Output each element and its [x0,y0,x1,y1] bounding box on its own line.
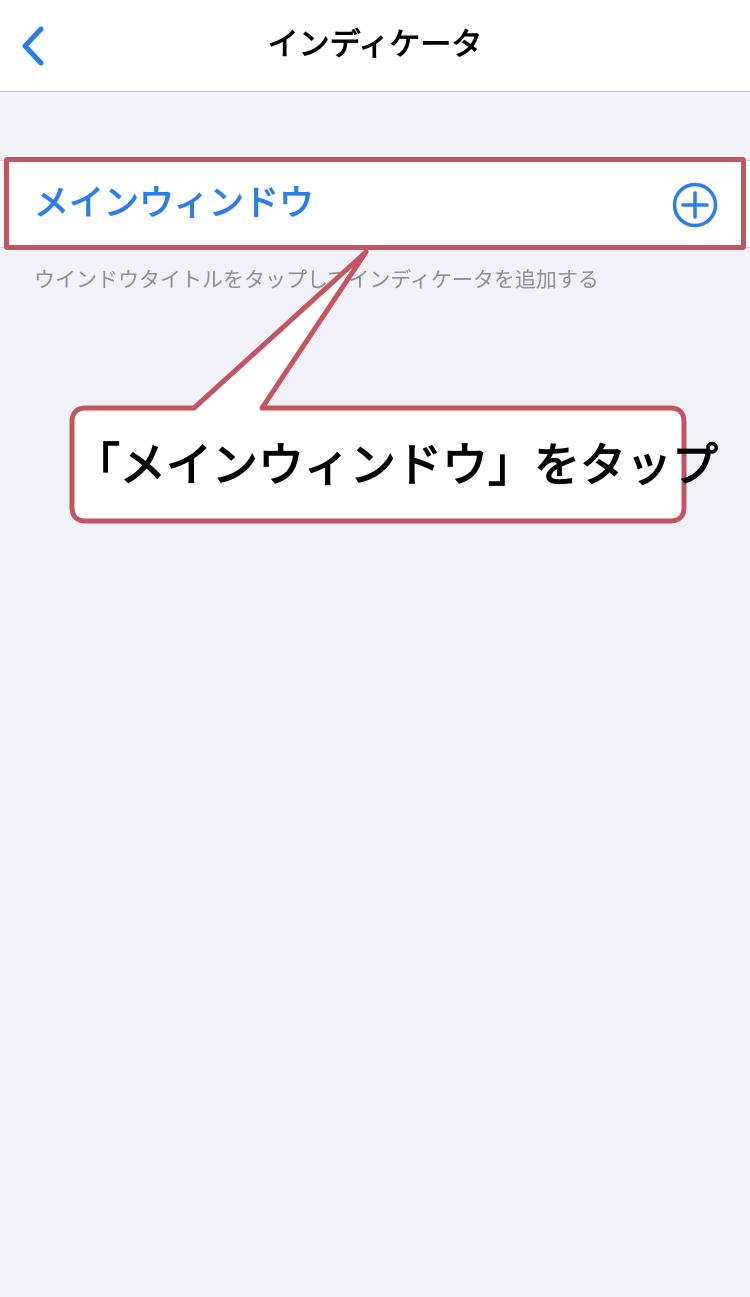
chevron-left-icon [22,26,44,66]
callout-text: 「メインウィンドウ」をタップ [74,438,718,492]
add-button[interactable] [672,182,718,228]
navigation-bar: インディケータ [0,0,750,92]
plus-circle-icon [672,182,718,228]
row-label: メインウィンドウ [34,184,315,224]
page-title: インディケータ [267,27,483,63]
section-footer-text: ウインドウタイトルをタップしてインディケータを追加する [34,268,599,292]
back-button[interactable] [8,20,58,72]
list-item-main-window[interactable]: メインウィンドウ [0,160,750,248]
